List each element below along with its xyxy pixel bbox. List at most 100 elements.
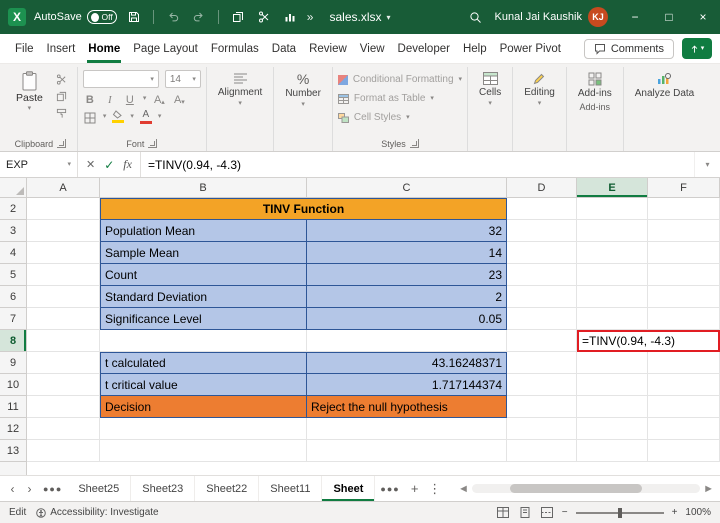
cell[interactable] [27, 220, 100, 242]
value-cell[interactable]: 0.05 [307, 308, 507, 330]
cell[interactable] [577, 242, 648, 264]
dialog-launcher-icon[interactable] [148, 139, 158, 148]
row-header-8[interactable]: 8 [0, 330, 27, 352]
save-icon[interactable] [125, 8, 143, 26]
number-button[interactable]: % Number ▾ [279, 68, 327, 108]
cell[interactable] [648, 396, 720, 418]
minimize-button[interactable]: − [618, 0, 652, 34]
window-title[interactable]: sales.xlsx ▾ [329, 10, 390, 24]
editing-button[interactable]: Editing ▾ [518, 68, 561, 107]
cell[interactable] [507, 330, 577, 352]
more-commands-icon[interactable]: » [307, 10, 314, 24]
label-cell[interactable]: Standard Deviation [100, 286, 307, 308]
close-button[interactable]: × [686, 0, 720, 34]
zoom-level[interactable]: 100% [685, 507, 711, 518]
cell[interactable] [507, 440, 577, 462]
page-break-view-icon[interactable] [540, 507, 554, 519]
cell[interactable] [507, 352, 577, 374]
cell[interactable] [577, 374, 648, 396]
formula-input[interactable]: =TINV(0.94, -4.3) [141, 152, 694, 177]
value-cell[interactable]: 43.16248371 [307, 352, 507, 374]
cut-icon[interactable] [56, 74, 70, 85]
cancel-entry-icon[interactable]: ✕ [86, 158, 95, 171]
col-header-d[interactable]: D [507, 178, 577, 198]
cell[interactable] [27, 374, 100, 396]
row-header-3[interactable]: 3 [0, 220, 27, 242]
cell[interactable] [27, 198, 100, 220]
col-header-e[interactable]: E [577, 178, 648, 198]
confirm-entry-icon[interactable]: ✓ [104, 158, 114, 172]
cell[interactable] [577, 418, 648, 440]
undo-icon[interactable] [164, 8, 182, 26]
cell[interactable] [648, 220, 720, 242]
copy-icon[interactable] [56, 91, 70, 102]
tab-developer[interactable]: Developer [397, 34, 451, 63]
scrollbar-thumb[interactable] [509, 484, 642, 493]
cell[interactable] [27, 330, 100, 352]
bold-button[interactable]: B [83, 91, 97, 106]
alignment-button[interactable]: Alignment ▾ [212, 68, 268, 107]
cell[interactable] [307, 440, 507, 462]
sheet-tab-active[interactable]: Sheet [322, 476, 376, 501]
sheet-tab-sheet23[interactable]: Sheet23 [131, 476, 196, 501]
cell[interactable] [648, 198, 720, 220]
cell[interactable] [507, 396, 577, 418]
label-cell[interactable]: Population Mean [100, 220, 307, 242]
col-header-c[interactable]: C [307, 178, 507, 198]
cell[interactable] [507, 198, 577, 220]
label-cell[interactable]: t critical value [100, 374, 307, 396]
cell[interactable] [648, 286, 720, 308]
increase-font-icon[interactable]: A ▴ [152, 91, 166, 106]
comments-button[interactable]: Comments [583, 38, 674, 59]
sheet-tab-sheet11[interactable]: Sheet11 [259, 476, 323, 501]
cell[interactable] [577, 396, 648, 418]
tab-insert[interactable]: Insert [46, 34, 77, 63]
decision-value-cell[interactable]: Reject the null hypothesis [307, 396, 507, 418]
cell[interactable] [507, 308, 577, 330]
font-size-dropdown[interactable]: 14 ▾ [164, 70, 201, 88]
fill-color-icon[interactable] [112, 110, 125, 123]
cell[interactable] [648, 264, 720, 286]
cell[interactable] [100, 330, 307, 352]
active-cell-e8[interactable]: =TINV(0.94, -4.3) [577, 330, 720, 352]
value-cell[interactable]: 14 [307, 242, 507, 264]
cell-styles-button[interactable]: Cell Styles ▾ [337, 109, 462, 126]
label-cell[interactable]: Significance Level [100, 308, 307, 330]
row-header-10[interactable]: 10 [0, 374, 27, 396]
row-header-2[interactable]: 2 [0, 198, 27, 220]
sheet-tab-sheet22[interactable]: Sheet22 [195, 476, 260, 501]
cell[interactable] [27, 264, 100, 286]
search-icon[interactable] [467, 8, 485, 26]
row-header-5[interactable]: 5 [0, 264, 27, 286]
label-cell[interactable]: t calculated [100, 352, 307, 374]
new-sheet-button[interactable]: + [405, 476, 425, 501]
zoom-slider[interactable] [575, 507, 664, 518]
sheet-options-icon[interactable]: ⋮ [425, 476, 445, 501]
format-as-table-button[interactable]: Format as Table ▾ [337, 90, 462, 107]
cell[interactable] [577, 440, 648, 462]
insert-function-icon[interactable]: fx [123, 157, 132, 172]
tab-page-layout[interactable]: Page Layout [132, 34, 199, 63]
row-header-13[interactable]: 13 [0, 440, 27, 462]
scroll-right-icon[interactable]: ► [703, 483, 714, 495]
cells-button[interactable]: Cells ▾ [473, 68, 507, 107]
col-header-f[interactable]: F [648, 178, 720, 198]
cell[interactable] [27, 242, 100, 264]
account-chip[interactable]: Kunal Jai Kaushik KJ [495, 7, 608, 27]
cell[interactable] [507, 374, 577, 396]
normal-view-icon[interactable] [496, 507, 510, 519]
cell[interactable] [307, 418, 507, 440]
tab-view[interactable]: View [359, 34, 386, 63]
cell[interactable] [507, 242, 577, 264]
cell[interactable] [648, 308, 720, 330]
cell[interactable] [27, 308, 100, 330]
tab-review[interactable]: Review [308, 34, 348, 63]
sheet-nav-left-icon[interactable]: ‹ [4, 476, 21, 501]
cell[interactable] [507, 418, 577, 440]
cell[interactable] [507, 220, 577, 242]
page-layout-view-icon[interactable] [518, 507, 532, 519]
redo-icon[interactable] [190, 8, 208, 26]
cell[interactable] [27, 396, 100, 418]
zoom-slider-thumb[interactable] [617, 507, 622, 518]
row-header-9[interactable]: 9 [0, 352, 27, 374]
